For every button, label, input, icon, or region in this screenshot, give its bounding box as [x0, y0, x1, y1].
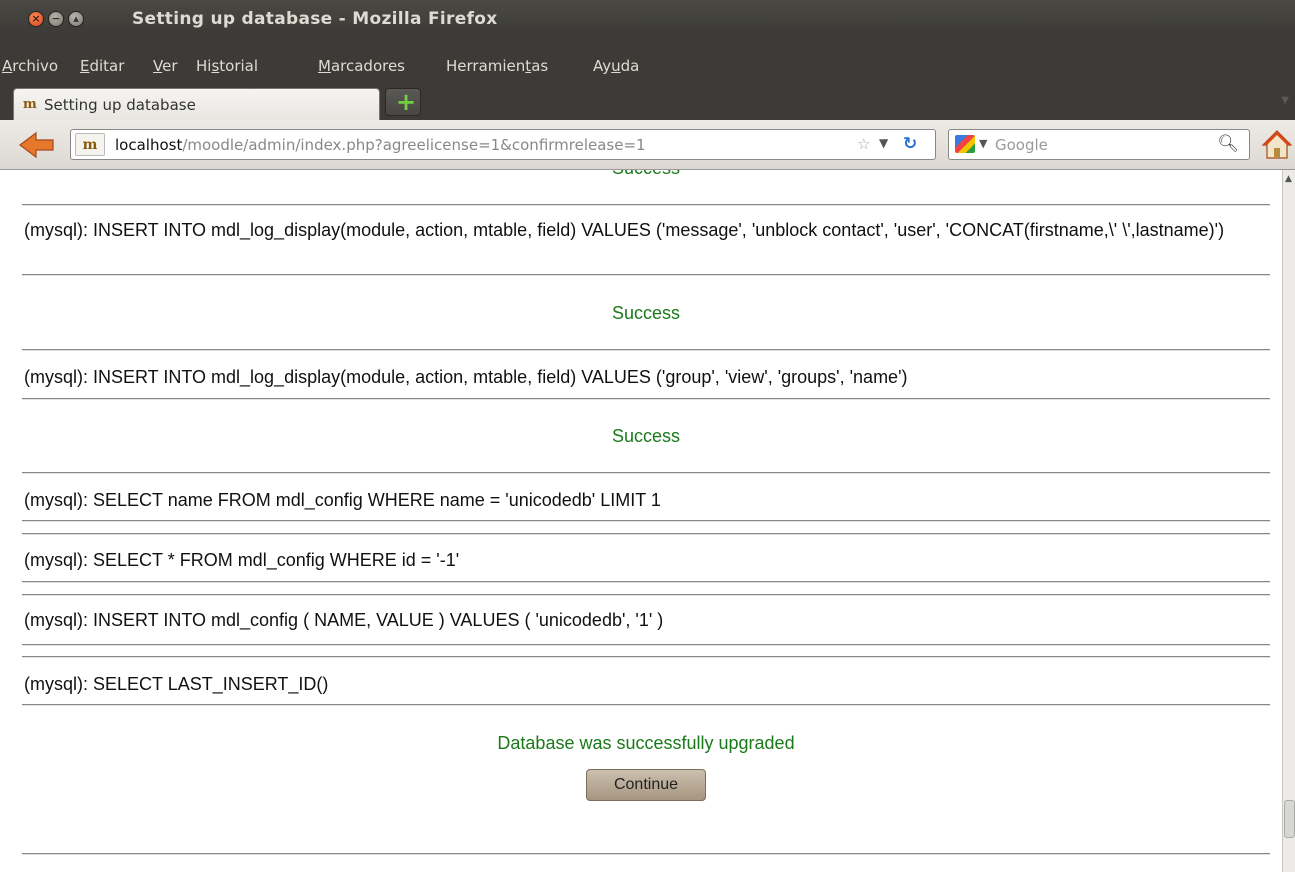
bookmark-star-icon[interactable]: ☆ [857, 135, 870, 153]
search-engine-icon[interactable] [955, 135, 975, 153]
url-history-dropdown-icon[interactable]: ▼ [879, 136, 888, 150]
sql-query: (mysql): SELECT name FROM mdl_config WHE… [24, 490, 661, 510]
window-title: Setting up database - Mozilla Firefox [132, 9, 498, 29]
divider [22, 472, 1270, 474]
new-tab-button[interactable]: + [385, 88, 421, 116]
tab-label: Setting up database [44, 96, 196, 114]
menu-ver[interactable]: Ver [153, 57, 178, 75]
divider [22, 533, 1270, 535]
sql-query: (mysql): INSERT INTO mdl_log_display(mod… [24, 367, 908, 387]
tab-list-arrow-icon[interactable]: ▼ [1281, 95, 1289, 106]
back-arrow-icon [19, 131, 54, 159]
window-minimize-button[interactable]: − [48, 11, 64, 27]
search-bar[interactable]: ▼ Google 🔍︎ [948, 129, 1250, 160]
divider [22, 704, 1270, 706]
divider [22, 274, 1270, 276]
page-content: Success (mysql): INSERT INTO mdl_log_dis… [0, 170, 1282, 872]
menu-historial[interactable]: Historial [196, 57, 258, 75]
menu-herramientas[interactable]: Herramientas [446, 57, 548, 75]
home-icon [1261, 130, 1293, 159]
divider [22, 644, 1270, 646]
divider [22, 398, 1270, 400]
menu-archivo[interactable]: Archivo [2, 57, 58, 75]
address-bar[interactable]: m localhost/moodle/admin/index.php?agree… [70, 129, 936, 160]
menu-bar: Archivo Editar Ver Historial Marcadores … [0, 38, 1295, 83]
site-identity-icon[interactable]: m [75, 133, 105, 156]
home-button[interactable] [1261, 128, 1293, 160]
back-button[interactable] [18, 130, 56, 160]
upgrade-success-message: Database was successfully upgraded [497, 733, 795, 753]
reload-icon[interactable]: ↻ [903, 134, 921, 154]
success-message: Success [22, 170, 1270, 179]
success-message: Success [611, 426, 681, 446]
sql-query: (mysql): INSERT INTO mdl_log_display(mod… [24, 220, 1225, 240]
divider [22, 520, 1270, 522]
menu-ayuda[interactable]: Ayuda [593, 57, 639, 75]
navigation-bar: m localhost/moodle/admin/index.php?agree… [0, 120, 1295, 170]
scroll-up-arrow-icon[interactable]: ▲ [1285, 174, 1292, 184]
divider [22, 656, 1270, 658]
sql-query: (mysql): SELECT LAST_INSERT_ID() [24, 674, 329, 694]
sql-query: (mysql): INSERT INTO mdl_config ( NAME, … [24, 610, 664, 630]
vertical-scrollbar[interactable]: ▲ [1282, 170, 1295, 872]
divider [22, 349, 1270, 351]
search-input[interactable]: Google [995, 136, 1048, 154]
menu-editar[interactable]: Editar [80, 57, 124, 75]
search-engine-dropdown-icon[interactable]: ▼ [979, 137, 987, 150]
magnifier-icon[interactable]: 🔍︎ [1217, 134, 1239, 154]
scrollbar-thumb[interactable] [1284, 800, 1295, 838]
divider [22, 853, 1270, 855]
tab-strip: m Setting up database + ▼ [0, 83, 1295, 120]
sql-query: (mysql): SELECT * FROM mdl_config WHERE … [24, 550, 460, 570]
success-message: Success [611, 303, 681, 323]
tab-setting-up-database[interactable]: m Setting up database [13, 88, 380, 120]
moodle-favicon-icon: m [23, 97, 37, 112]
window-close-button[interactable]: × [28, 11, 44, 27]
window-titlebar: × − ▴ Setting up database - Mozilla Fire… [0, 0, 1295, 38]
divider [22, 204, 1270, 206]
plus-icon: + [396, 88, 417, 116]
url-text[interactable]: localhost/moodle/admin/index.php?agreeli… [115, 136, 646, 154]
divider [22, 594, 1270, 596]
continue-button[interactable]: Continue [586, 769, 706, 801]
window-maximize-button[interactable]: ▴ [68, 11, 84, 27]
divider [22, 581, 1270, 583]
menu-marcadores[interactable]: Marcadores [318, 57, 405, 75]
